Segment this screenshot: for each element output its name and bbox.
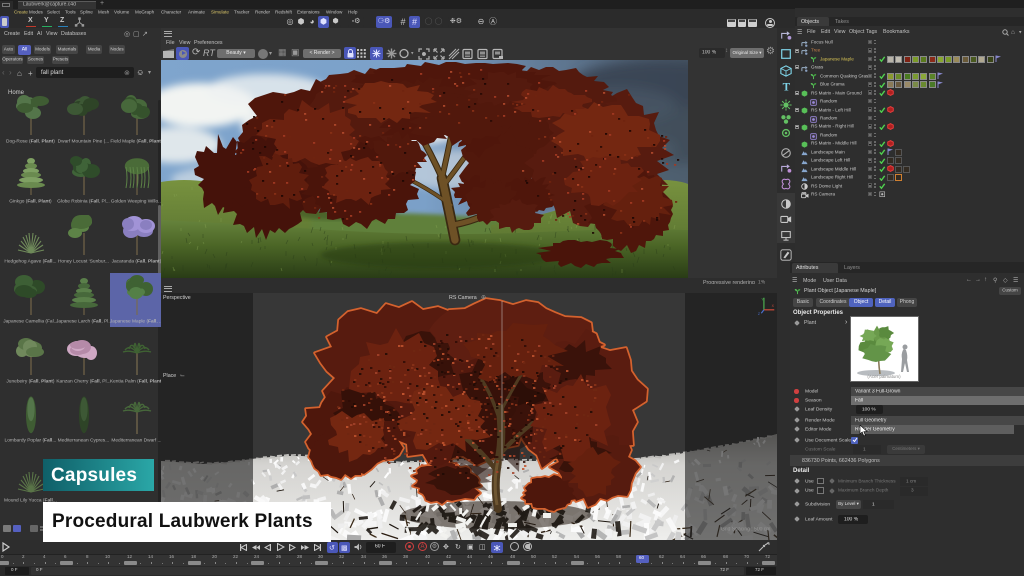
svg-text:T: T <box>783 81 791 92</box>
svg-text:(Acer palmatum): (Acer palmatum) <box>867 374 901 379</box>
svg-text:X: X <box>772 304 775 308</box>
svg-text:Z: Z <box>758 312 760 315</box>
